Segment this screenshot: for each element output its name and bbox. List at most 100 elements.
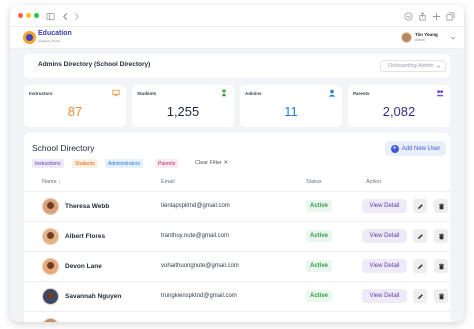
plus-icon: +: [390, 144, 399, 153]
app-header: Education Academic Portal Tim Young Admi…: [10, 27, 464, 49]
download-icon[interactable]: [402, 10, 414, 22]
table-row[interactable]: Savannah Nguyen trungkienspktnd@gmail.co…: [24, 281, 450, 311]
filter-chip-students[interactable]: Students: [72, 159, 98, 168]
row-email: tienlapspktnd@gmail.com: [161, 203, 230, 209]
group-icon: [436, 90, 444, 97]
stat-label: Students: [137, 91, 157, 96]
avatar: [42, 258, 59, 275]
pencil-icon: [417, 293, 423, 299]
avatar: [42, 198, 59, 215]
column-header-name-label: Name: [42, 179, 57, 185]
clear-filter-label: Clear Filter: [195, 160, 222, 166]
tab-overview-icon[interactable]: [444, 10, 456, 22]
school-directory-panel: School Directory + Add New User Instruct…: [24, 133, 450, 322]
maximize-window-dot[interactable]: [34, 13, 39, 18]
pencil-icon: [417, 203, 423, 209]
row-email: trungkienspktnd@gmail.com: [161, 293, 237, 299]
avatar: [42, 288, 59, 305]
row-name: Devon Lane: [65, 263, 102, 270]
sidebar-toggle-icon[interactable]: [44, 10, 56, 22]
table-row[interactable]: Theresa Webb tienlapspktnd@gmail.com Act…: [24, 191, 450, 221]
filter-chip-instructions[interactable]: Instructions: [32, 159, 64, 168]
column-header-name[interactable]: Name ↓: [42, 179, 61, 185]
delete-button[interactable]: [434, 259, 448, 273]
user-name[interactable]: Tim Young: [415, 32, 438, 37]
onboarding-admin-dropdown-label: Onboarding Admin: [388, 63, 434, 69]
stat-value: 1,255: [166, 104, 200, 119]
avatar: [42, 228, 59, 245]
trash-icon: [438, 203, 444, 209]
onboarding-admin-dropdown[interactable]: Onboarding Admin: [380, 60, 446, 72]
pencil-icon: [417, 233, 423, 239]
hourglass-icon: [221, 89, 227, 97]
table-row[interactable]: Devon Lane vuhaithuongnute@gmail.com Act…: [24, 251, 450, 281]
presentation-icon: [112, 89, 120, 97]
chevron-down-icon[interactable]: [450, 35, 456, 41]
pencil-icon: [417, 263, 423, 269]
filter-chip-administrators[interactable]: Administrators: [105, 159, 143, 168]
column-header-status: Status: [306, 179, 322, 185]
share-icon[interactable]: [416, 10, 428, 22]
table-row[interactable]: Albert Flores tranthuy.nute@gmail.com Ac…: [24, 221, 450, 251]
forward-icon[interactable]: [70, 10, 82, 22]
view-detail-button[interactable]: View Detail: [362, 199, 407, 213]
delete-button[interactable]: [434, 229, 448, 243]
edit-button[interactable]: [413, 229, 427, 243]
row-name: Savannah Nguyen: [65, 293, 122, 300]
view-detail-button[interactable]: View Detail: [362, 229, 407, 243]
avatar: [42, 318, 59, 322]
stat-value: 87: [67, 104, 83, 119]
trash-icon: [438, 233, 444, 239]
sort-arrow-icon: ↓: [58, 179, 61, 185]
row-name: Albert Flores: [65, 233, 106, 240]
delete-button[interactable]: [434, 289, 448, 303]
add-new-user-label: Add New User: [401, 145, 441, 152]
status-badge: Active: [306, 260, 333, 272]
stat-card-students[interactable]: Students 1,255: [132, 85, 234, 127]
edit-button[interactable]: [413, 289, 427, 303]
filter-chip-parents[interactable]: Parents: [155, 159, 179, 168]
delete-button[interactable]: [434, 199, 448, 213]
directory-title: School Directory: [32, 143, 95, 153]
stat-value: 2,082: [382, 104, 416, 119]
stat-card-admins[interactable]: Admins 11: [240, 85, 342, 127]
close-window-dot[interactable]: [18, 13, 23, 18]
minimize-window-dot[interactable]: [26, 13, 31, 18]
view-detail-button[interactable]: View Detail: [362, 289, 407, 303]
status-badge: Active: [306, 230, 333, 242]
page-header: Admins Directory (School Directory) Onbo…: [24, 54, 450, 78]
edit-button[interactable]: [413, 199, 427, 213]
column-header-email: Email: [161, 179, 175, 185]
clear-filter-button[interactable]: Clear Filter ✕: [195, 160, 228, 166]
brand-name: Education: [38, 30, 72, 37]
status-badge: Active: [306, 200, 333, 212]
chevron-down-icon: [436, 65, 441, 68]
stat-label: Parents: [353, 91, 370, 96]
page-title: Admins Directory (School Directory): [38, 61, 151, 68]
table-row[interactable]: [24, 311, 450, 322]
column-header-action: Action: [366, 179, 382, 185]
edit-button[interactable]: [413, 259, 427, 273]
user-role: Admin: [415, 38, 425, 42]
trash-icon: [438, 263, 444, 269]
new-tab-icon[interactable]: [430, 10, 442, 22]
row-email: tranthuy.nute@gmail.com: [161, 233, 230, 239]
status-badge: Active: [306, 290, 333, 302]
row-name: Theresa Webb: [65, 203, 110, 210]
stat-label: Admins: [245, 91, 262, 96]
user-avatar[interactable]: [401, 32, 412, 43]
trash-icon: [438, 293, 444, 299]
person-icon: [328, 89, 336, 97]
close-icon: ✕: [223, 160, 229, 166]
stat-label: Instructors: [29, 91, 53, 96]
view-detail-button[interactable]: View Detail: [362, 259, 407, 273]
stat-card-instructors[interactable]: Instructors 87: [24, 85, 126, 127]
browser-toolbar: [10, 5, 464, 27]
row-email: vuhaithuongnute@gmail.com: [161, 263, 239, 269]
stat-card-parents[interactable]: Parents 2,082: [348, 85, 450, 127]
stat-value: 11: [284, 104, 298, 119]
browser-window: Education Academic Portal Tim Young Admi…: [10, 5, 464, 322]
brand-logo-icon[interactable]: [23, 31, 36, 44]
brand-tagline: Academic Portal: [38, 39, 60, 43]
add-new-user-button[interactable]: + Add New User: [385, 141, 446, 156]
